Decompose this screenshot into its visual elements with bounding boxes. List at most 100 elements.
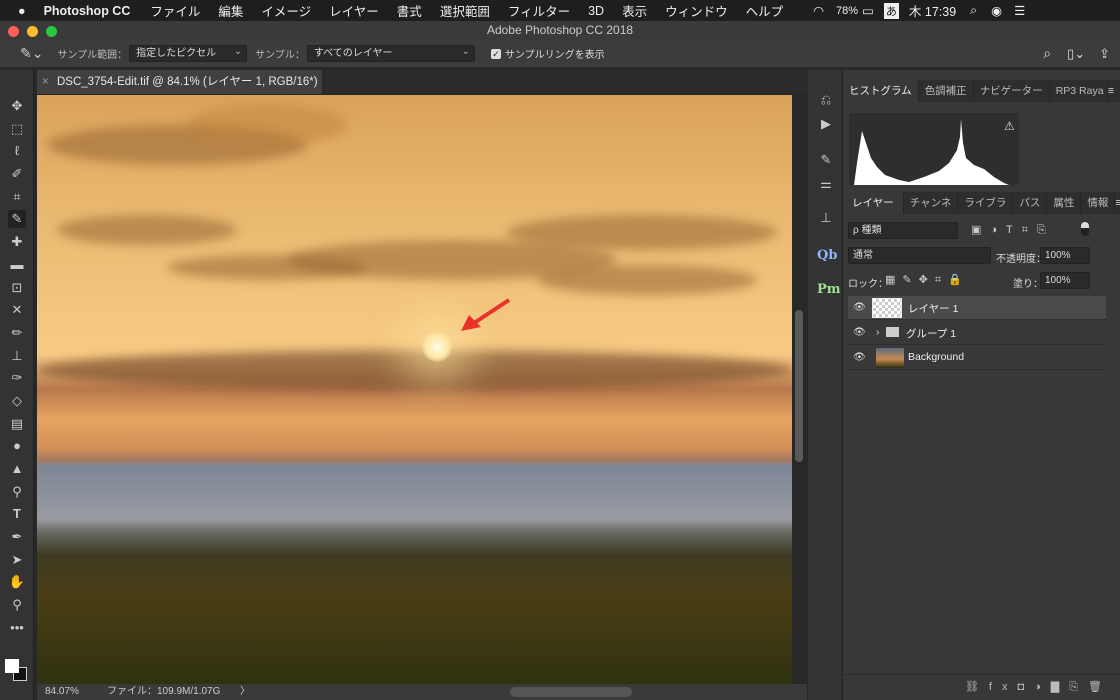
menu-select[interactable]: 選択範囲 bbox=[440, 1, 490, 20]
layer-filter-select[interactable]: ρ 種類 bbox=[848, 222, 958, 239]
content-aware-move-icon[interactable]: ✕ bbox=[8, 301, 26, 319]
status-menu-arrow[interactable]: 〉 bbox=[240, 684, 250, 700]
wifi-icon[interactable]: ◠ bbox=[813, 3, 824, 18]
minimize-window-button[interactable] bbox=[27, 26, 38, 37]
artboard-tool-icon[interactable]: ⊡ bbox=[8, 279, 26, 297]
apple-icon[interactable]: ● bbox=[18, 4, 26, 18]
hand-tool-icon[interactable]: ✋ bbox=[8, 573, 26, 591]
move-tool-icon[interactable]: ✥ bbox=[8, 97, 26, 115]
blend-mode-select[interactable]: 通常 bbox=[848, 247, 991, 264]
vertical-scrollbar[interactable] bbox=[795, 310, 803, 462]
layer-row[interactable]: 👁 Background bbox=[848, 346, 1106, 370]
menu-view[interactable]: 表示 bbox=[622, 1, 647, 20]
tab-info[interactable]: 情報 bbox=[1081, 192, 1116, 214]
opacity-input[interactable]: 100% bbox=[1040, 247, 1090, 264]
path-select-tool-icon[interactable]: ➤ bbox=[8, 551, 26, 569]
pm-plugin-icon[interactable]: Pm bbox=[817, 282, 841, 300]
dodge-tool-icon[interactable]: ⚲ bbox=[8, 483, 26, 501]
share-icon[interactable]: ⇪ bbox=[1099, 46, 1110, 62]
menu-help[interactable]: ヘルプ bbox=[746, 1, 784, 20]
tab-properties[interactable]: 属性 bbox=[1047, 192, 1082, 214]
menu-filter[interactable]: フィルター bbox=[508, 1, 570, 20]
menu-edit[interactable]: 編集 bbox=[218, 1, 243, 20]
search-icon[interactable]: ⌕ bbox=[1043, 45, 1051, 62]
visibility-eye-icon[interactable]: 👁 bbox=[853, 302, 866, 313]
horizontal-scrollbar[interactable] bbox=[510, 687, 632, 697]
brush-settings-icon[interactable]: ✎ bbox=[817, 152, 835, 170]
menu-type[interactable]: 書式 bbox=[397, 1, 422, 20]
zoom-window-button[interactable] bbox=[46, 26, 57, 37]
blur-tool-icon[interactable]: ● bbox=[8, 437, 26, 455]
siri-icon[interactable]: ◉ bbox=[991, 3, 1002, 18]
tab-histogram[interactable]: ヒストグラム bbox=[843, 80, 919, 102]
spotlight-icon[interactable]: ⌕ bbox=[970, 3, 977, 18]
expand-chevron-icon[interactable]: › bbox=[876, 326, 880, 338]
layer-filter-icons[interactable]: ▣◑T⌗⎘ bbox=[971, 223, 1055, 237]
show-ring-checkbox[interactable]: ✓ bbox=[490, 48, 501, 59]
menu-file[interactable]: ファイル bbox=[150, 1, 200, 20]
more-tools-icon[interactable]: ••• bbox=[8, 619, 26, 637]
type-tool-icon[interactable]: T bbox=[8, 505, 26, 523]
battery-text[interactable]: 78% bbox=[836, 5, 858, 17]
marquee-tool-icon[interactable]: ⬚ bbox=[8, 120, 26, 138]
crop-tool-icon[interactable]: ⌗ bbox=[8, 188, 26, 206]
notification-icon[interactable]: ☰ bbox=[1014, 3, 1025, 18]
pen-tool-icon[interactable]: ✒ bbox=[8, 528, 26, 546]
tab-libraries[interactable]: ライブラ bbox=[958, 192, 1014, 214]
gradient-tool-icon[interactable]: ▤ bbox=[8, 415, 26, 433]
sample-size-select[interactable]: 指定したピクセル bbox=[129, 44, 248, 62]
brush-tool-icon[interactable]: ✏ bbox=[8, 324, 26, 342]
eyedropper-preset-icon[interactable]: ✎⌄ bbox=[20, 45, 43, 62]
visibility-eye-icon[interactable]: 👁 bbox=[853, 352, 866, 363]
tab-channels[interactable]: チャンネ bbox=[904, 192, 959, 214]
document-tab[interactable]: × DSC_3754-Edit.tif @ 84.1% (レイヤー 1, RGB… bbox=[37, 70, 322, 112]
ime-indicator[interactable]: あ bbox=[883, 2, 899, 19]
menu-3d[interactable]: 3D bbox=[588, 4, 604, 18]
patch-tool-icon[interactable]: ▬ bbox=[8, 256, 26, 274]
title-bar: Adobe Photoshop CC 2018 bbox=[0, 21, 1120, 40]
layer-row[interactable]: 👁 レイヤー 1 bbox=[848, 296, 1106, 320]
layers-panel-menu-icon[interactable]: ≡ bbox=[1115, 192, 1120, 214]
adjustments-sliders-icon[interactable]: ⚌ bbox=[817, 176, 835, 194]
fill-input[interactable]: 100% bbox=[1040, 272, 1090, 289]
close-tab-icon[interactable]: × bbox=[42, 70, 49, 94]
menu-image[interactable]: イメージ bbox=[261, 1, 311, 20]
zoom-tool-icon[interactable]: ⚲ bbox=[8, 596, 26, 614]
sample-select[interactable]: すべてのレイヤー bbox=[306, 44, 475, 62]
layers-footer-buttons[interactable]: ⛓fx◘◑▇⎘🗑 bbox=[843, 674, 1120, 700]
tab-layers[interactable]: レイヤー bbox=[843, 192, 904, 214]
stamp-tool-icon[interactable]: ⊥ bbox=[8, 347, 26, 365]
clock[interactable]: 木 17:39 bbox=[909, 1, 956, 20]
healing-tool-icon[interactable]: ✚ bbox=[8, 233, 26, 251]
tab-paths[interactable]: パス bbox=[1013, 192, 1048, 214]
qb-plugin-icon[interactable]: Qb bbox=[817, 248, 837, 266]
zoom-level[interactable]: 84.07% bbox=[45, 684, 79, 700]
quick-select-tool-icon[interactable]: ✐ bbox=[8, 165, 26, 183]
panel-menu-icon[interactable]: ≡ bbox=[1108, 80, 1114, 102]
foreground-color-swatch[interactable] bbox=[5, 659, 19, 673]
eraser-tool-icon[interactable]: ◇ bbox=[8, 392, 26, 410]
workspace-icon[interactable]: ▯⌄ bbox=[1067, 46, 1085, 62]
menu-layer[interactable]: レイヤー bbox=[329, 1, 379, 20]
lasso-tool-icon[interactable]: ℓ bbox=[8, 142, 26, 160]
menu-window[interactable]: ウィンドウ bbox=[665, 1, 728, 20]
layer-thumbnail bbox=[872, 298, 902, 318]
lock-icons[interactable]: ▦✎✥⌗🔒 bbox=[885, 273, 969, 287]
close-window-button[interactable] bbox=[8, 26, 19, 37]
menu-app[interactable]: Photoshop CC bbox=[44, 4, 131, 18]
history-brush-icon[interactable]: ✑ bbox=[8, 369, 26, 387]
clone-source-icon[interactable]: ⊥ bbox=[817, 210, 835, 228]
history-panel-icon[interactable]: ⎌ bbox=[817, 92, 835, 110]
battery-icon[interactable]: ▭ bbox=[862, 3, 874, 18]
filter-toggle[interactable] bbox=[1081, 222, 1089, 236]
tab-rp3-raya[interactable]: RP3 Raya Pr bbox=[1050, 80, 1108, 102]
layer-row[interactable]: 👁 › グループ 1 bbox=[848, 321, 1106, 345]
tab-adjustments[interactable]: 色調補正 bbox=[919, 80, 974, 102]
eyedropper-tool-icon[interactable]: ✎ bbox=[8, 210, 26, 228]
image-canvas[interactable] bbox=[37, 95, 792, 684]
tab-navigator[interactable]: ナビゲーター bbox=[974, 80, 1050, 102]
sharpen-tool-icon[interactable]: ▲ bbox=[8, 460, 26, 478]
histogram: ⚠ bbox=[849, 113, 1019, 185]
actions-play-icon[interactable]: ▶ bbox=[817, 116, 835, 134]
visibility-eye-icon[interactable]: 👁 bbox=[853, 327, 866, 338]
